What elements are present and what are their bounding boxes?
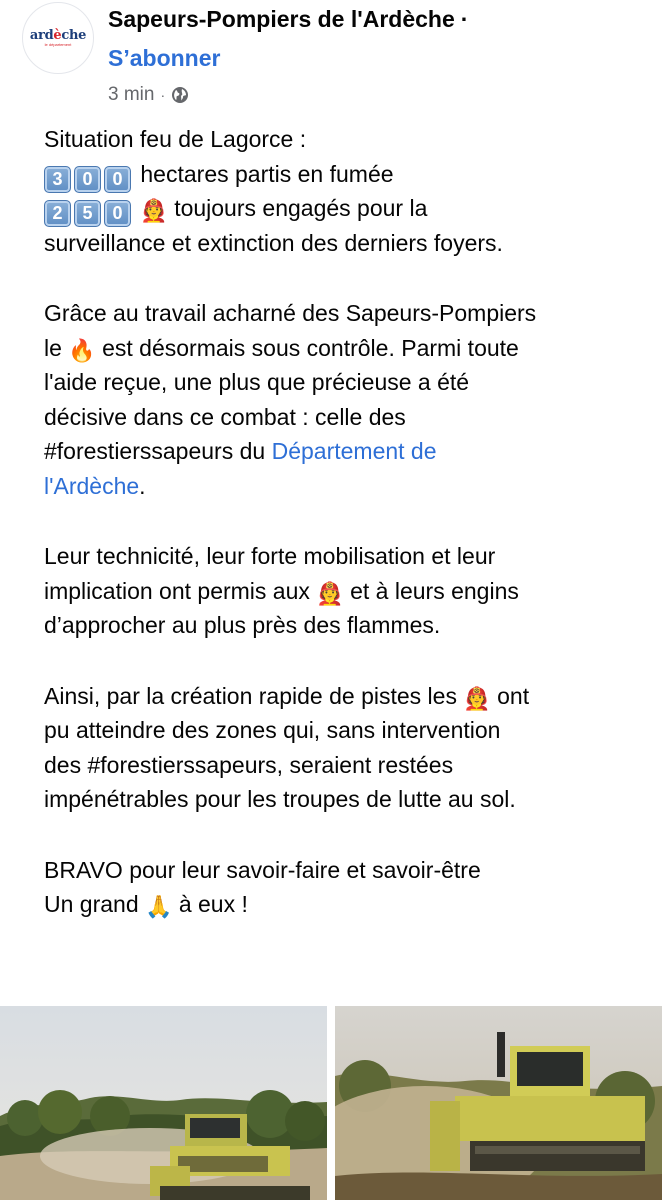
keycap-digit-5: 5	[74, 200, 101, 227]
meta-separator: ·	[160, 87, 166, 103]
post-line: impénétrables pour les troupes de lutte …	[44, 786, 516, 812]
post-line: pu atteindre des zones qui, sans interve…	[44, 717, 501, 743]
post-paragraph-5: BRAVO pour leur savoir-faire et savoir-ê…	[44, 853, 644, 922]
bulldozer-dust-image	[335, 1006, 662, 1200]
keycap-digit-3: 3	[44, 165, 71, 193]
post-line-link: l'Ardèche.	[44, 469, 644, 504]
globe-icon	[172, 87, 189, 103]
post-line-firefighter: implication ont permis aux 🧑‍🚒 et à leur…	[44, 574, 644, 609]
firefighter-emoji: 🧑‍🚒	[463, 685, 491, 711]
post-text-segment: à eux !	[178, 891, 248, 917]
post-text-segment: est désormais sous contrôle. Parmi toute	[102, 334, 519, 361]
post-line-hectares: 300 hectares partis en fumée	[44, 157, 644, 193]
post-text-segment: Ainsi, par la création rapide de pistes …	[44, 682, 457, 709]
post-line-firefighter: Ainsi, par la création rapide de pistes …	[44, 679, 644, 714]
page-name-line: Sapeurs-Pompiers de l'Ardèche ·	[108, 6, 468, 33]
photo-bulldozer-dust[interactable]	[335, 1006, 662, 1200]
post-paragraph-4: Ainsi, par la création rapide de pistes …	[44, 679, 644, 817]
post-line-pray: Un grand 🙏 à eux !	[44, 887, 644, 922]
post-text-segment: Un grand	[44, 891, 139, 917]
pray-emoji: 🙏	[145, 894, 173, 919]
fire-emoji: 🔥	[68, 337, 96, 363]
hectares-text: hectares partis en fumée	[140, 160, 394, 187]
name-separator: ·	[460, 6, 469, 32]
keycap-digit-0: 0	[104, 200, 131, 227]
firefighter-emoji: 🧑‍🚒	[140, 198, 168, 223]
post-paragraph-1: Situation feu de Lagorce : 300 hectares …	[44, 122, 644, 260]
post-text-segment: et à leurs engins	[350, 577, 519, 604]
photo-grid	[0, 1006, 662, 1200]
post-line: Leur technicité, leur forte mobilisation…	[44, 543, 496, 569]
post-line: d’approcher au plus près des flammes.	[44, 612, 441, 638]
avatar-logo-subtext: le département	[44, 42, 72, 47]
photo-bulldozer-forest[interactable]	[0, 1006, 327, 1200]
post-line: des #forestierssapeurs, seraient restées	[44, 751, 454, 778]
post-line: Grâce au travail acharné des Sapeurs-Pom…	[44, 300, 537, 326]
post-paragraph-3: Leur technicité, leur forte mobilisation…	[44, 539, 644, 643]
bulldozer-forest-image	[0, 1006, 327, 1200]
post-line: l'aide reçue, une plus que précieuse a é…	[44, 369, 470, 395]
post-line-firefighters: 250 🧑‍🚒 toujours engagés pour la	[44, 191, 644, 227]
post-meta: 3 min ·	[108, 84, 189, 106]
post-line: décisive dans ce combat : celle des	[44, 403, 406, 430]
post-line: Situation feu de Lagorce :	[44, 126, 307, 152]
keycap-digit-2: 2	[44, 200, 71, 227]
avatar-logo-text: ardèche	[29, 28, 87, 43]
post-text-segment: implication ont permis aux	[44, 577, 310, 604]
page-avatar[interactable]: ardèche le département	[22, 2, 94, 74]
post-paragraph-2: Grâce au travail acharné des Sapeurs-Pom…	[44, 296, 644, 503]
post-line: surveillance et extinction des derniers …	[44, 229, 503, 256]
departement-link-cont[interactable]: l'Ardèche	[44, 473, 139, 499]
follow-button[interactable]: S’abonner	[108, 45, 220, 72]
keycap-digit-0: 0	[74, 165, 101, 193]
post-timestamp[interactable]: 3 min	[108, 84, 154, 106]
firefighter-emoji: 🧑‍🚒	[316, 580, 344, 606]
post-body: Situation feu de Lagorce : 300 hectares …	[44, 122, 644, 958]
post-text-segment: ont	[497, 682, 530, 709]
post-header: ardèche le département Sapeurs-Pompiers …	[0, 0, 662, 112]
post-line: BRAVO pour leur savoir-faire et savoir-ê…	[44, 856, 481, 883]
keycap-digit-0: 0	[104, 165, 131, 193]
post-text-segment: le	[44, 334, 62, 361]
avatar-logo: ardèche le département	[29, 28, 87, 47]
post-line-hashtag: #forestierssapeurs du Département de	[44, 434, 644, 469]
post-text-segment: .	[139, 472, 146, 499]
post-line-fire: le 🔥 est désormais sous contrôle. Parmi …	[44, 331, 644, 366]
hashtag-forestierssapeurs[interactable]: #forestierssapeurs du	[44, 438, 265, 464]
firefighters-text: toujours engagés pour la	[174, 195, 428, 221]
departement-link[interactable]: Département de	[272, 438, 437, 464]
page-name-link[interactable]: Sapeurs-Pompiers de l'Ardèche	[108, 6, 455, 32]
